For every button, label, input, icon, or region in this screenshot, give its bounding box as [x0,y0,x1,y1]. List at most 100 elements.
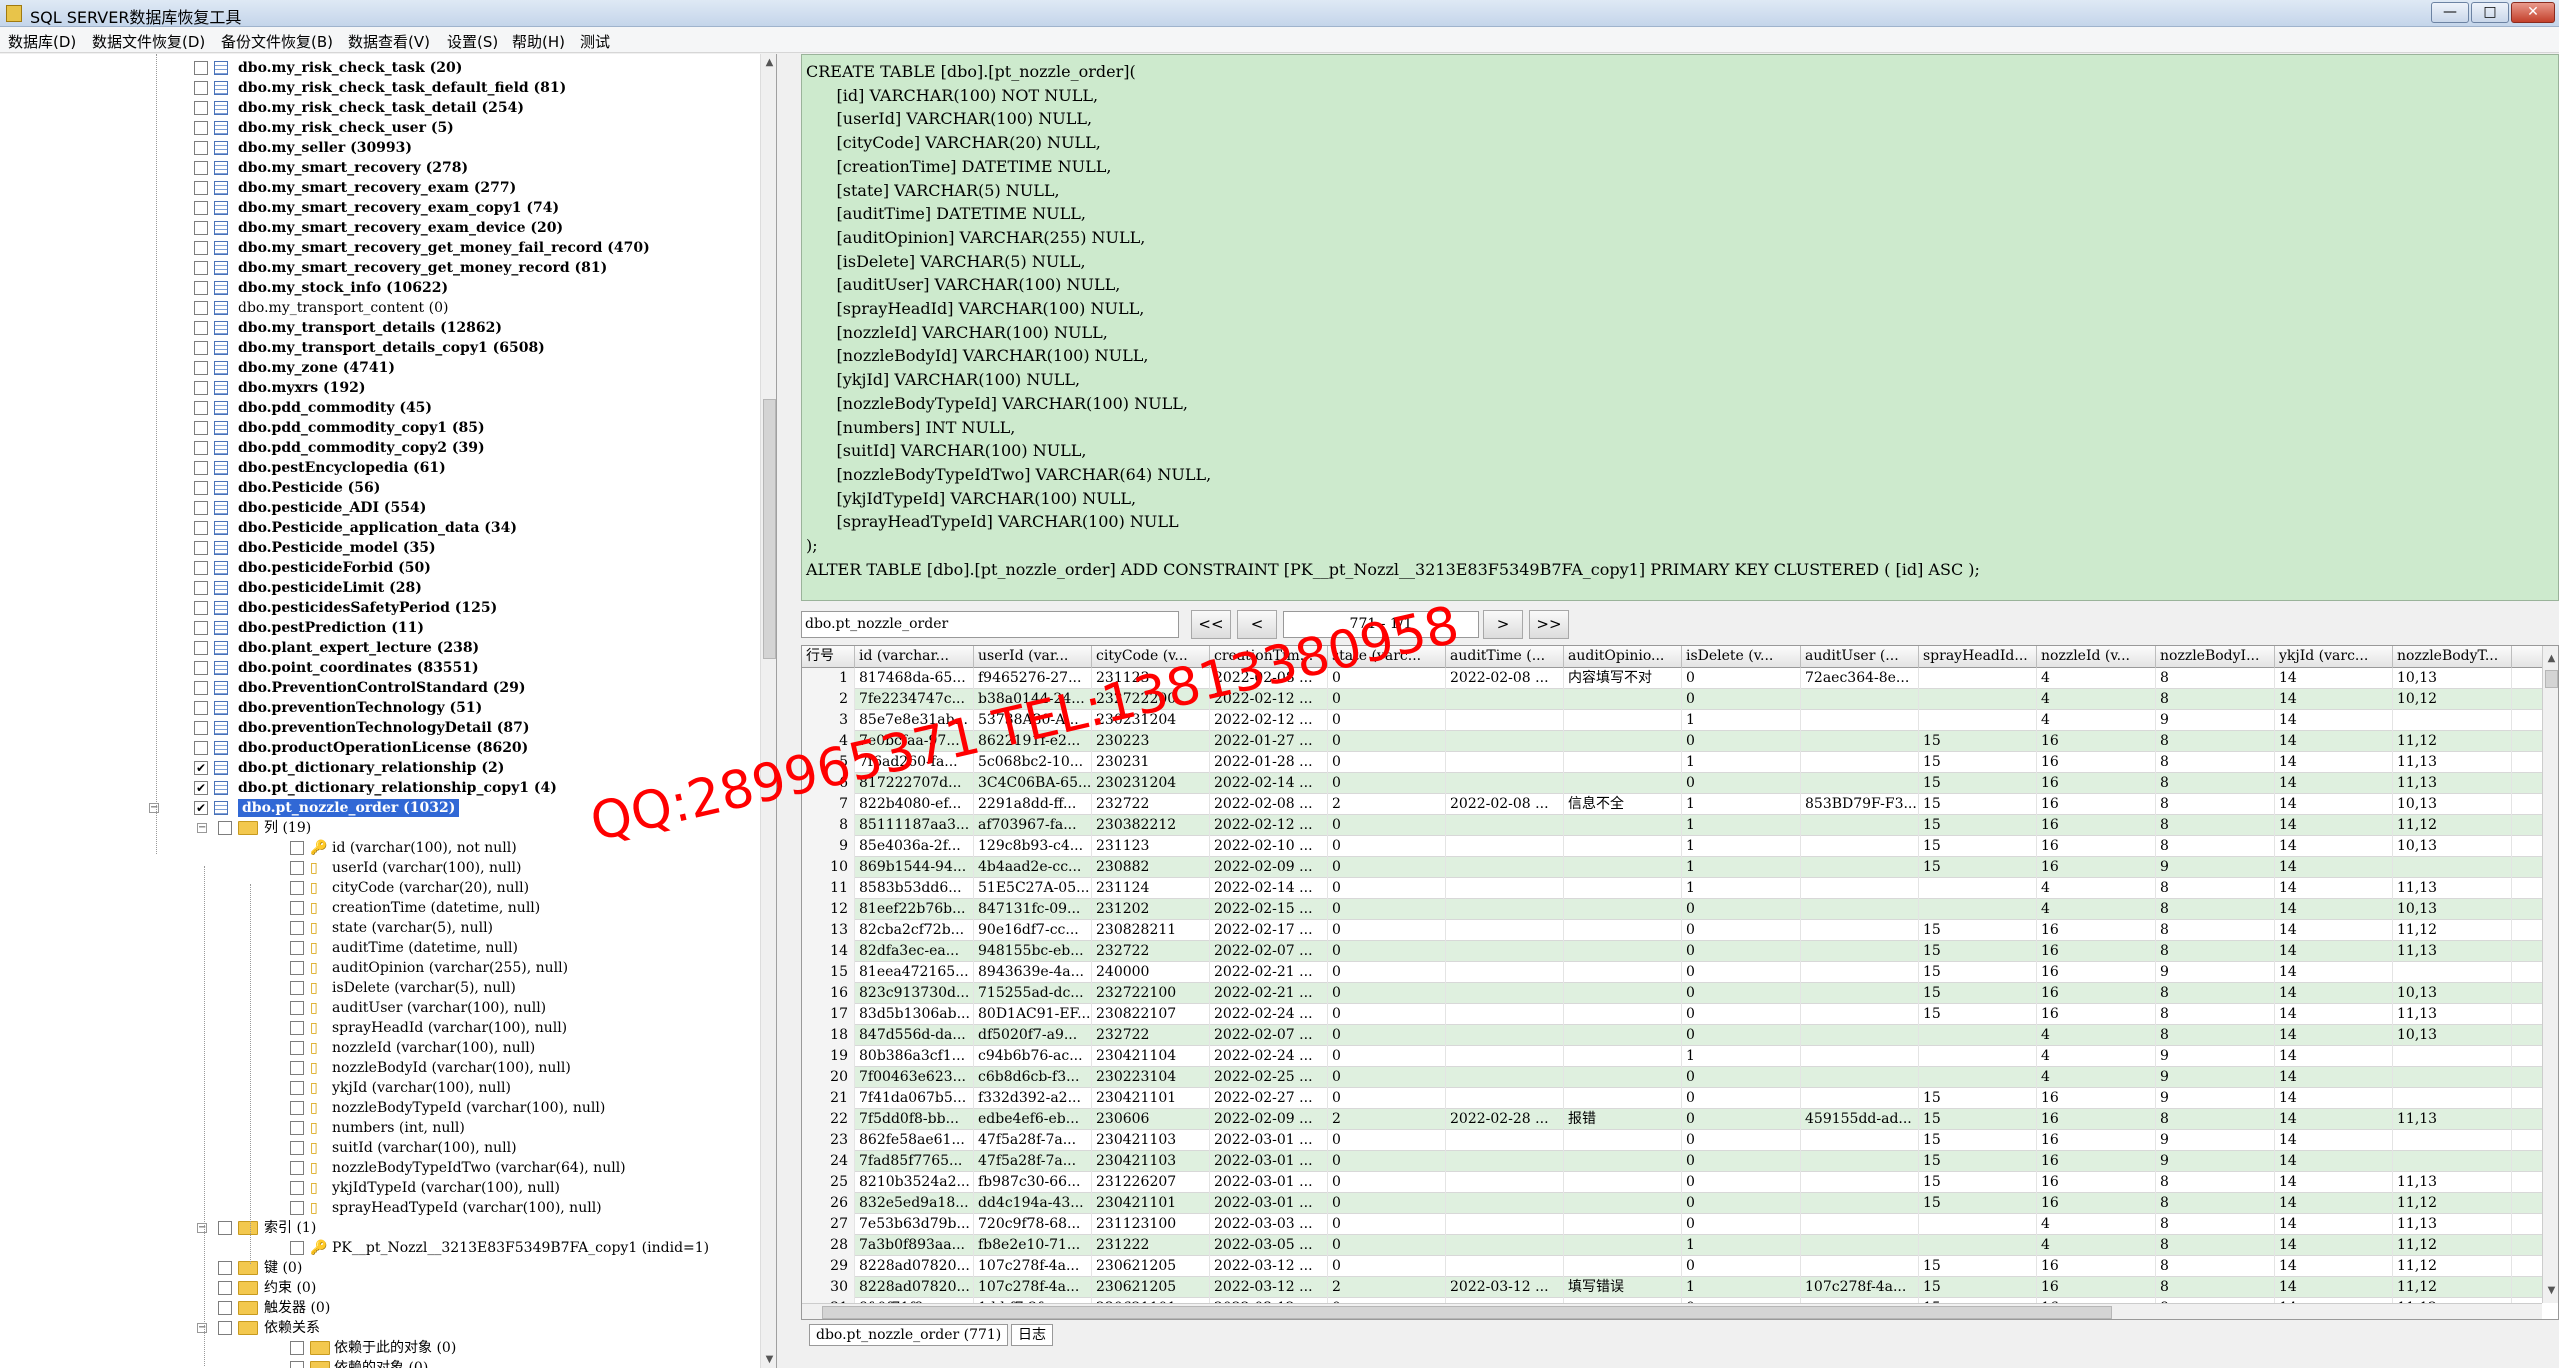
table-checkbox[interactable] [194,221,208,235]
table-cell[interactable] [1564,1151,1682,1172]
table-cell[interactable]: 10,13 [2393,836,2512,857]
tree-item-table[interactable]: dbo.my_smart_recovery_exam (277) [0,178,760,198]
table-checkbox[interactable] [194,541,208,555]
tree-item-column[interactable]: ▯ ykjId (varchar(100), null) [0,1078,760,1098]
table-cell[interactable]: 0 [1328,773,1446,794]
table-cell[interactable]: 16 [2037,815,2156,836]
next-page-button[interactable]: > [1483,610,1523,639]
table-checkbox[interactable] [194,181,208,195]
table-cell[interactable]: 2291a8dd-ff... [974,794,1092,815]
row-number-cell[interactable]: 7 [802,794,855,815]
table-cell[interactable]: 817468da-65... [855,668,974,689]
table-row[interactable]: 21 7f41da067b5... f332d392-a2... 230421101 2… [802,1088,2542,1109]
table-cell[interactable]: 2022-01-27 ... [1210,731,1328,752]
folder-checkbox[interactable] [218,1301,232,1315]
table-cell[interactable] [1446,836,1564,857]
table-cell[interactable]: 1 [1682,1235,1801,1256]
table-cell[interactable]: c94b6b76-ac... [974,1046,1092,1067]
table-cell[interactable]: 15 [1919,1004,2037,1025]
table-cell[interactable]: 4b4aad2e-cc... [974,857,1092,878]
row-number-cell[interactable]: 20 [802,1067,855,1088]
table-cell[interactable]: 0 [1328,920,1446,941]
table-cell[interactable] [1446,1214,1564,1235]
scroll-up-icon[interactable]: ▲ [761,54,776,71]
table-cell[interactable]: c6b8d6cb-f3... [974,1067,1092,1088]
tree-item-index-folder[interactable]: − 索引 (1) [0,1218,760,1238]
table-cell[interactable] [1801,689,1919,710]
column-header[interactable]: creationTim... [1210,646,1328,668]
table-cell[interactable]: 10,12 [2393,689,2512,710]
table-cell[interactable]: 14 [2275,962,2393,983]
column-checkbox[interactable] [290,1121,304,1135]
table-cell[interactable]: 0 [1682,773,1801,794]
table-cell[interactable]: 14 [2275,1277,2393,1298]
table-cell[interactable]: 847d556d-da... [855,1025,974,1046]
table-cell[interactable]: 2022-02-09 ... [1210,857,1328,878]
row-number-cell[interactable]: 30 [802,1277,855,1298]
table-cell[interactable]: 10,13 [2393,794,2512,815]
tree-item-column[interactable]: ▯ nozzleBodyTypeIdTwo (varchar(64), null) [0,1158,760,1178]
table-cell[interactable]: 0 [1328,1046,1446,1067]
table-cell[interactable]: 9 [2156,1046,2275,1067]
table-cell[interactable] [1446,1130,1564,1151]
tree-item-column[interactable]: ▯ creationTime (datetime, null) [0,898,760,918]
column-checkbox[interactable] [290,1101,304,1115]
table-cell[interactable] [1446,1046,1564,1067]
table-cell[interactable]: 15 [1919,836,2037,857]
table-cell[interactable]: 2022-02-12 ... [1210,689,1328,710]
table-cell[interactable]: 0 [1328,1067,1446,1088]
table-cell[interactable] [1564,962,1682,983]
table-cell[interactable]: 230421101 [1092,1193,1210,1214]
tree-item-table[interactable]: dbo.my_risk_check_task (20) [0,58,760,78]
table-row[interactable]: 5 7f6ad260-fa... 5c068bc2-10... 230231 2022-… [802,752,2542,773]
table-checkbox[interactable] [194,301,208,315]
table-row[interactable]: 23 862fe58ae61... 47f5a28f-7a... 230421103 2… [802,1130,2542,1151]
page-indicator[interactable]: 771 - 1/1 [1283,611,1479,638]
table-cell[interactable]: 2022-03-03 ... [1210,1214,1328,1235]
table-cell[interactable]: 11,13 [2393,1214,2512,1235]
table-cell[interactable]: 2022-02-27 ... [1210,1088,1328,1109]
table-cell[interactable] [1801,1088,1919,1109]
table-cell[interactable]: 85e7e8e31ab... [855,710,974,731]
table-cell[interactable]: 2022-02-07 ... [1210,1025,1328,1046]
table-row[interactable]: 27 7e53b63d79b... 720c9f78-68... 231123100 2… [802,1214,2542,1235]
table-cell[interactable]: 2022-02-21 ... [1210,983,1328,1004]
table-row[interactable]: 26 832e5ed9a18... dd4c194a-43... 230421101 2… [802,1193,2542,1214]
table-cell[interactable]: 15 [1919,731,2037,752]
table-cell[interactable]: 8 [2156,794,2275,815]
column-header[interactable]: id (varchar... [855,646,974,668]
tree-item-column[interactable]: ▯ state (varchar(5), null) [0,918,760,938]
table-cell[interactable]: 11,13 [2393,941,2512,962]
table-cell[interactable]: 230231204 [1092,773,1210,794]
table-cell[interactable]: 1 [1682,710,1801,731]
table-cell[interactable]: 0 [1328,1214,1446,1235]
tree-item-column[interactable]: ▯ nozzleBodyTypeId (varchar(100), null) [0,1098,760,1118]
tree-item-column[interactable]: ▯ isDelete (varchar(5), null) [0,978,760,998]
table-cell[interactable]: 14 [2275,1109,2393,1130]
table-cell[interactable] [1801,941,1919,962]
column-checkbox[interactable] [290,841,304,855]
table-cell[interactable]: 14 [2275,857,2393,878]
tree-item-table[interactable]: dbo.point_coordinates (83551) [0,658,760,678]
table-cell[interactable]: 82dfa3ec-ea... [855,941,974,962]
table-row[interactable]: 4 7e0bcfaa-97... 8622191f-e2... 230223 2022-… [802,731,2542,752]
table-cell[interactable]: 2022-03-12 ... [1446,1277,1564,1298]
table-cell[interactable]: 8 [2156,1277,2275,1298]
table-cell[interactable] [1446,941,1564,962]
table-row[interactable]: 11 8583b53dd6... 51E5C27A-05... 231124 2022-… [802,878,2542,899]
table-cell[interactable]: 10,13 [2393,983,2512,1004]
table-cell[interactable]: 16 [2037,1193,2156,1214]
table-cell[interactable]: 8210b3524a2... [855,1172,974,1193]
table-cell[interactable]: 14 [2275,941,2393,962]
table-cell[interactable]: 7f00463e623... [855,1067,974,1088]
table-checkbox[interactable] [194,101,208,115]
table-checkbox[interactable] [194,421,208,435]
table-cell[interactable] [1919,1046,2037,1067]
table-cell[interactable]: 11,12 [2393,815,2512,836]
table-row[interactable]: 29 8228ad07820... 107c278f-4a... 230621205 2… [802,1256,2542,1277]
tree-item-table[interactable]: dbo.preventionTechnologyDetail (87) [0,718,760,738]
table-cell[interactable]: 2022-02-24 ... [1210,1004,1328,1025]
table-cell[interactable]: df5020f7-a9... [974,1025,1092,1046]
table-cell[interactable]: 0 [1682,920,1801,941]
table-cell[interactable]: 14 [2275,752,2393,773]
